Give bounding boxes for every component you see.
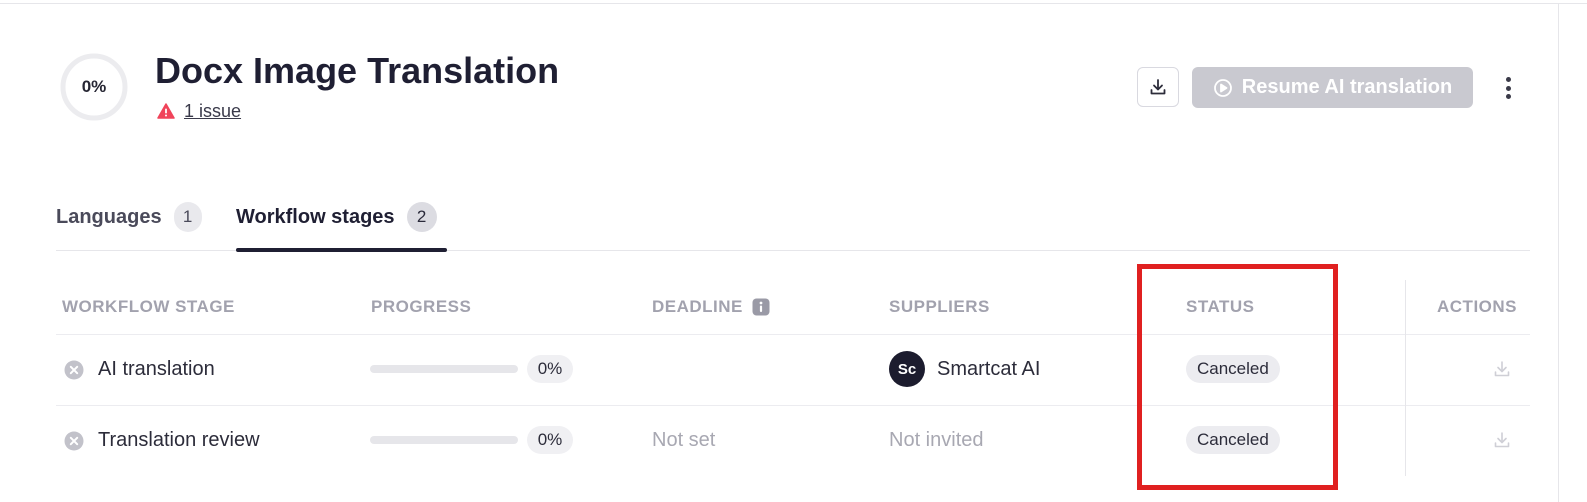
canceled-stage-icon	[64, 360, 84, 380]
stage-progress-bar	[370, 365, 518, 373]
supplier-avatar-initials: Sc	[897, 360, 917, 378]
row-divider	[56, 405, 1530, 406]
actions-column-divider	[1405, 280, 1406, 476]
right-divider	[1558, 4, 1559, 502]
top-divider	[0, 3, 1587, 4]
stage-progress-label: 0%	[527, 426, 573, 454]
stage-name: AI translation	[98, 358, 215, 380]
supplier-status: Not invited	[889, 429, 984, 451]
issues-link[interactable]: 1 issue	[157, 100, 241, 122]
tab-languages-label: Languages	[56, 206, 162, 228]
project-progress-label: 0%	[81, 77, 107, 96]
vertical-ellipsis-icon	[1505, 77, 1511, 82]
download-button[interactable]	[1137, 67, 1179, 107]
project-progress-ring: 0%	[59, 52, 129, 122]
resume-ai-translation-label: Resume AI translation	[1241, 76, 1453, 98]
download-icon[interactable]	[1492, 430, 1512, 450]
canceled-stage-icon	[64, 431, 84, 451]
tab-workflow-stages[interactable]: Workflow stages 2	[236, 200, 437, 252]
stage-progress-bar	[370, 436, 518, 444]
supplier-avatar: Sc	[889, 351, 925, 387]
play-circle-icon	[1213, 78, 1232, 97]
tab-languages[interactable]: Languages 1	[56, 200, 202, 252]
more-options-button[interactable]	[1497, 75, 1519, 101]
stage-name: Translation review	[98, 429, 260, 451]
active-tab-indicator	[236, 248, 447, 252]
download-icon	[1150, 79, 1166, 95]
column-header-suppliers: SUPPLIERS	[889, 297, 990, 316]
status-badge: Canceled	[1186, 426, 1280, 454]
header-divider	[56, 334, 1530, 335]
stage-progress-label: 0%	[527, 355, 573, 383]
column-header-actions: ACTIONS	[1437, 297, 1517, 316]
supplier-name: Smartcat AI	[937, 358, 1041, 380]
tab-languages-count: 1	[173, 202, 202, 232]
tab-workflow-stages-label: Workflow stages	[236, 206, 395, 228]
column-header-progress: PROGRESS	[371, 297, 472, 316]
tab-workflow-stages-count: 2	[406, 202, 437, 232]
info-icon[interactable]	[752, 298, 770, 316]
column-header-deadline-label: DEADLINE	[652, 297, 743, 316]
project-title: Docx Image Translation	[155, 50, 560, 91]
column-header-workflow-stage: WORKFLOW STAGE	[62, 297, 235, 316]
download-icon[interactable]	[1492, 359, 1512, 379]
issues-link-label[interactable]: 1 issue	[184, 101, 241, 122]
stage-deadline: Not set	[652, 429, 716, 451]
resume-ai-translation-button[interactable]: Resume AI translation	[1192, 67, 1473, 108]
warning-icon	[157, 103, 175, 119]
status-badge: Canceled	[1186, 355, 1280, 383]
column-header-deadline: DEADLINE	[652, 297, 770, 317]
column-header-status: STATUS	[1186, 297, 1255, 316]
